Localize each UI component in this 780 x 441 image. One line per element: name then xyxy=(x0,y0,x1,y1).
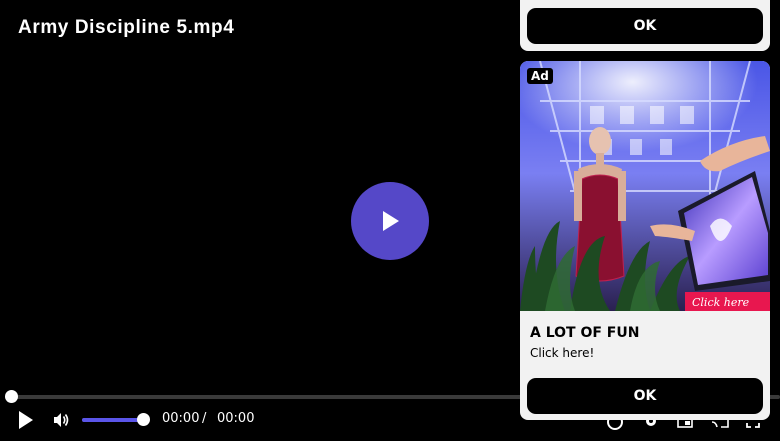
current-time: 00:00 xyxy=(162,411,200,426)
seek-thumb[interactable] xyxy=(5,390,18,403)
volume-slider[interactable] xyxy=(82,418,144,422)
ad-image[interactable]: Click here xyxy=(520,61,770,311)
volume-icon xyxy=(54,413,69,427)
ad-badge: Ad xyxy=(527,68,553,84)
video-title: Army Discipline 5.mp4 xyxy=(18,17,235,38)
time-separator: / xyxy=(202,411,207,426)
volume-button[interactable] xyxy=(52,411,70,433)
volume-thumb[interactable] xyxy=(137,413,150,426)
play-button[interactable] xyxy=(17,410,35,434)
duration: 00:00 xyxy=(217,411,255,426)
ad-ok-button[interactable]: OK xyxy=(527,378,763,414)
volume-level xyxy=(82,418,144,422)
ad-subtext[interactable]: Click here! xyxy=(530,346,594,360)
play-icon xyxy=(383,211,399,231)
ad-ok-button-top[interactable]: OK xyxy=(527,8,763,44)
big-play-button[interactable] xyxy=(351,182,429,260)
play-icon xyxy=(19,411,33,429)
ad-card[interactable]: Click here Ad A LOT OF FUN Click here! O… xyxy=(520,61,770,420)
ad-image-cta: Click here xyxy=(692,296,750,309)
ad-top-card: OK xyxy=(520,0,770,51)
ad-headline[interactable]: A LOT OF FUN xyxy=(530,325,639,341)
